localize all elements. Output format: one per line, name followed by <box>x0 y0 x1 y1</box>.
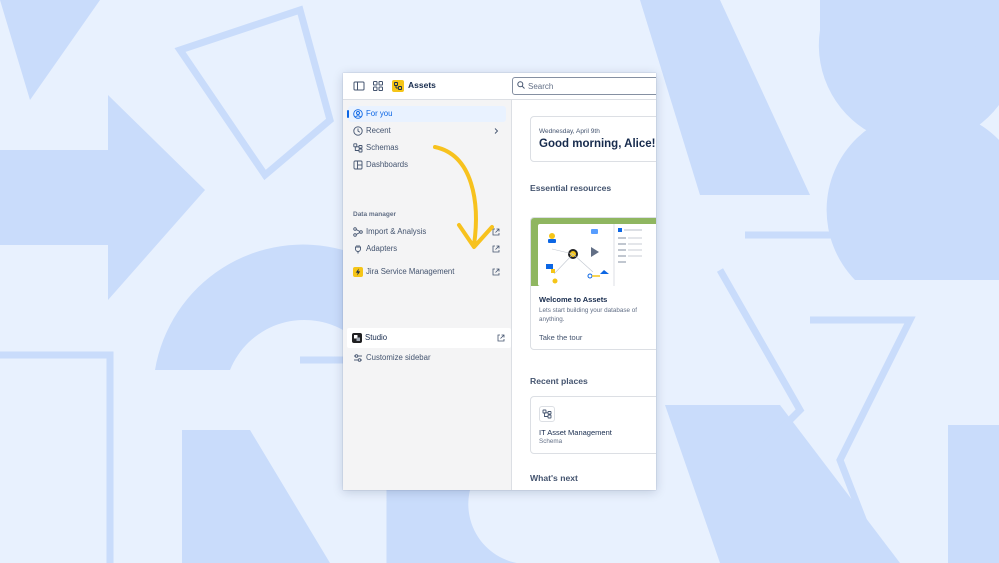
import-icon <box>353 227 363 237</box>
assets-app-window: Assets For you Recent <box>343 73 656 490</box>
sidebar: For you Recent Schemas Dashboards Data m… <box>343 100 512 490</box>
clock-icon <box>353 126 363 136</box>
sidebar-item-label: Jira Service Management <box>366 267 455 276</box>
sidebar-item-label: For you <box>366 109 393 118</box>
sidebar-item-label: Customize sidebar <box>366 353 431 362</box>
external-link-icon[interactable] <box>492 245 500 253</box>
date-text: Wednesday, April 9th <box>539 128 600 135</box>
sidebar-item-label: Dashboards <box>366 160 409 169</box>
sidebar-item-import-analysis[interactable]: Import & Analysis <box>348 224 506 240</box>
search-input[interactable] <box>528 80 648 92</box>
sidebar-item-schemas[interactable]: Schemas <box>348 140 506 156</box>
main-content: Wednesday, April 9th Good morning, Alice… <box>513 100 656 490</box>
illustration-graphic <box>546 224 642 286</box>
top-bar: Assets <box>343 73 656 100</box>
external-link-icon[interactable] <box>497 334 505 342</box>
sidebar-item-recent[interactable]: Recent <box>348 123 506 139</box>
sidebar-item-label: Schemas <box>366 143 399 152</box>
app-title[interactable]: Assets <box>408 80 436 90</box>
recent-place-type: Schema <box>539 438 563 445</box>
recent-place-name[interactable]: IT Asset Management <box>539 428 612 437</box>
welcome-title: Welcome to Assets <box>539 295 608 304</box>
welcome-card[interactable]: Welcome to Assets Lets start building yo… <box>530 217 656 350</box>
welcome-description: Lets start building your database of any… <box>539 307 638 323</box>
sidebar-item-label: Adapters <box>366 244 398 253</box>
external-link-icon[interactable] <box>492 228 500 236</box>
place-icon-box <box>539 406 555 422</box>
external-link-icon[interactable] <box>492 268 500 276</box>
sidebar-item-jira-service-management[interactable]: Jira Service Management <box>348 264 506 280</box>
chevron-right-icon[interactable] <box>492 127 500 135</box>
assets-logo[interactable] <box>392 80 404 92</box>
sidebar-item-for-you[interactable]: For you <box>347 106 506 122</box>
studio-icon <box>352 333 362 343</box>
greeting-text: Good morning, Alice! <box>539 138 656 150</box>
jira-service-management-icon <box>353 267 363 277</box>
search-icon <box>517 81 525 89</box>
sidebar-item-label: Studio <box>365 333 388 342</box>
sidebar-item-customize[interactable]: Customize sidebar <box>348 350 506 366</box>
sidebar-toggle-icon[interactable] <box>353 80 365 92</box>
dashboard-icon <box>353 160 363 170</box>
take-the-tour-link[interactable]: Take the tour <box>539 333 582 342</box>
sliders-icon <box>354 354 362 362</box>
greeting-card: Wednesday, April 9th Good morning, Alice… <box>530 116 656 162</box>
sidebar-item-label: Recent <box>366 126 391 135</box>
sidebar-item-adapters[interactable]: Adapters <box>348 241 506 257</box>
recent-place-card[interactable]: IT Asset Management Schema <box>530 396 656 454</box>
sidebar-item-studio[interactable]: Studio <box>347 328 511 348</box>
hierarchy-icon <box>542 409 552 419</box>
essential-resources-title: Essential resources <box>530 183 612 193</box>
whats-next-title: What's next <box>530 473 578 483</box>
person-circle-icon <box>353 109 363 119</box>
plug-icon <box>355 245 361 254</box>
recent-places-title: Recent places <box>530 376 588 386</box>
assets-logo-icon <box>394 82 402 90</box>
section-header-data-manager: Data manager <box>353 211 396 218</box>
hierarchy-icon <box>353 143 363 153</box>
active-indicator <box>347 110 349 118</box>
sidebar-item-label: Import & Analysis <box>366 227 427 236</box>
sidebar-item-dashboards[interactable]: Dashboards <box>348 157 506 173</box>
app-switcher-icon[interactable] <box>372 80 384 92</box>
welcome-illustration <box>531 218 656 286</box>
illustration-panel <box>538 224 656 286</box>
search-box[interactable] <box>512 77 656 95</box>
